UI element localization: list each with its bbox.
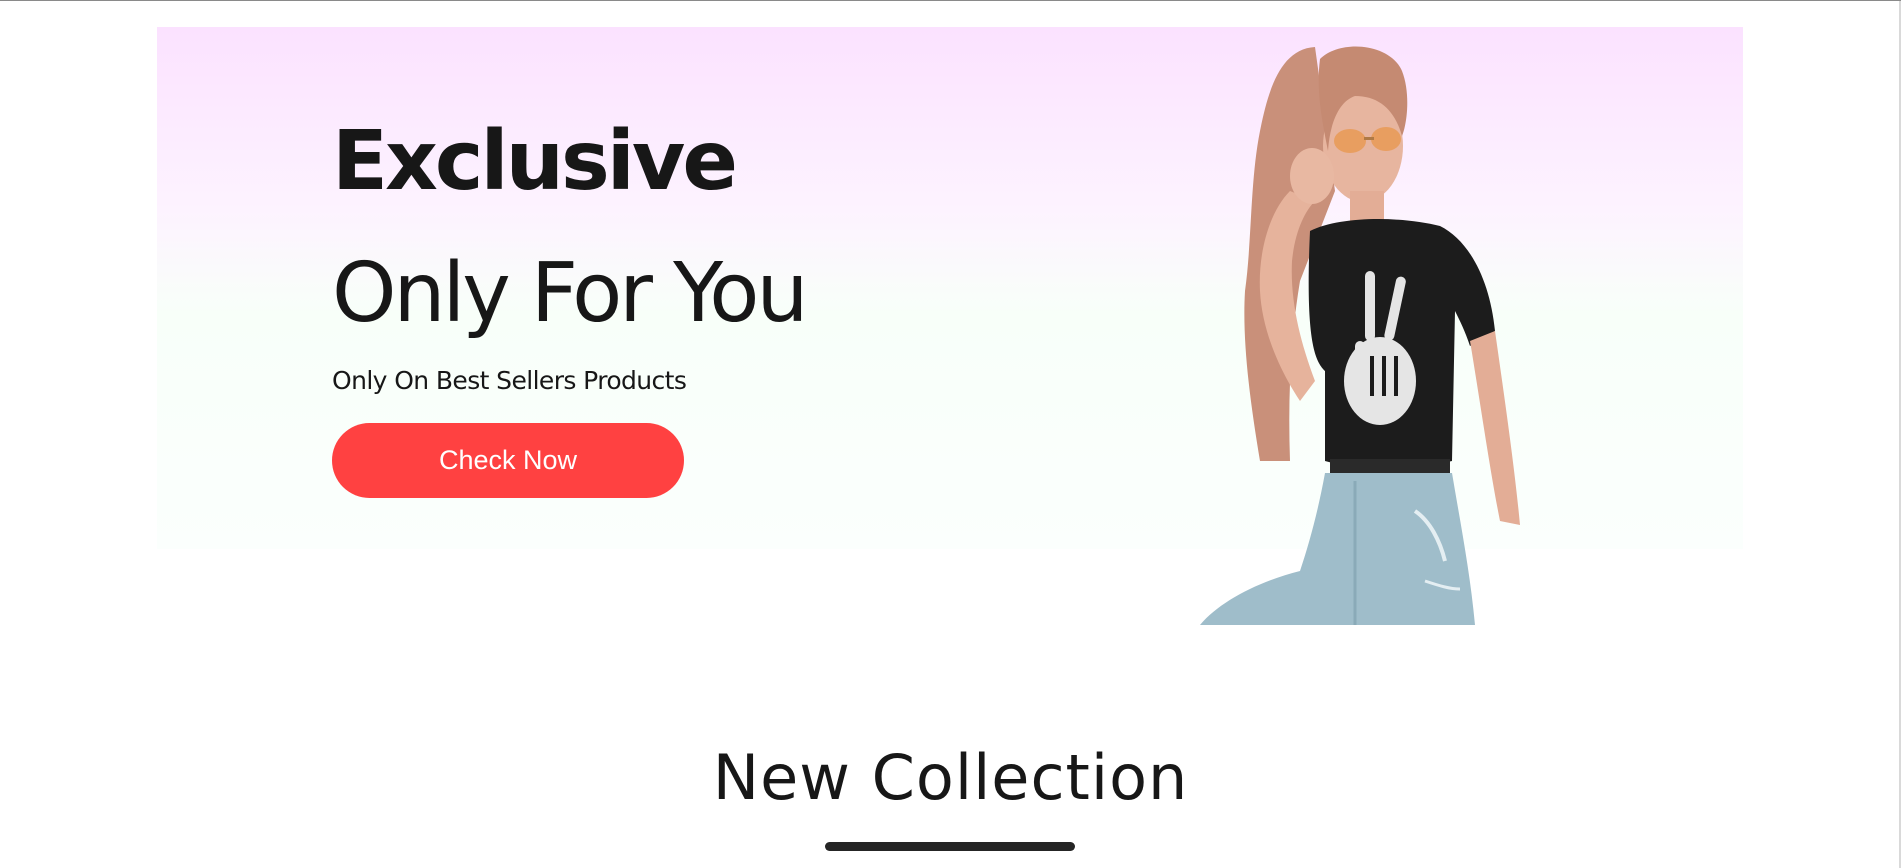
- model-belt: [1330, 459, 1450, 475]
- model-jeans: [1200, 473, 1475, 625]
- hero-text-block: Exclusive Only For You Only On Best Sell…: [332, 96, 808, 398]
- hero-subtitle: Only On Best Sellers Products: [332, 366, 687, 395]
- hero-title-line-2: Only For You: [332, 246, 808, 341]
- model-sunglasses: [1334, 129, 1366, 153]
- model-tshirt: [1308, 219, 1495, 469]
- page: Exclusive Only For You Only On Best Sell…: [0, 0, 1901, 868]
- section-title: New Collection: [712, 741, 1189, 814]
- model-photo: [1200, 46, 1520, 625]
- check-now-button[interactable]: Check Now: [332, 423, 684, 498]
- hero-title-line-1: Exclusive: [332, 114, 738, 209]
- section-title-underline: [825, 842, 1075, 851]
